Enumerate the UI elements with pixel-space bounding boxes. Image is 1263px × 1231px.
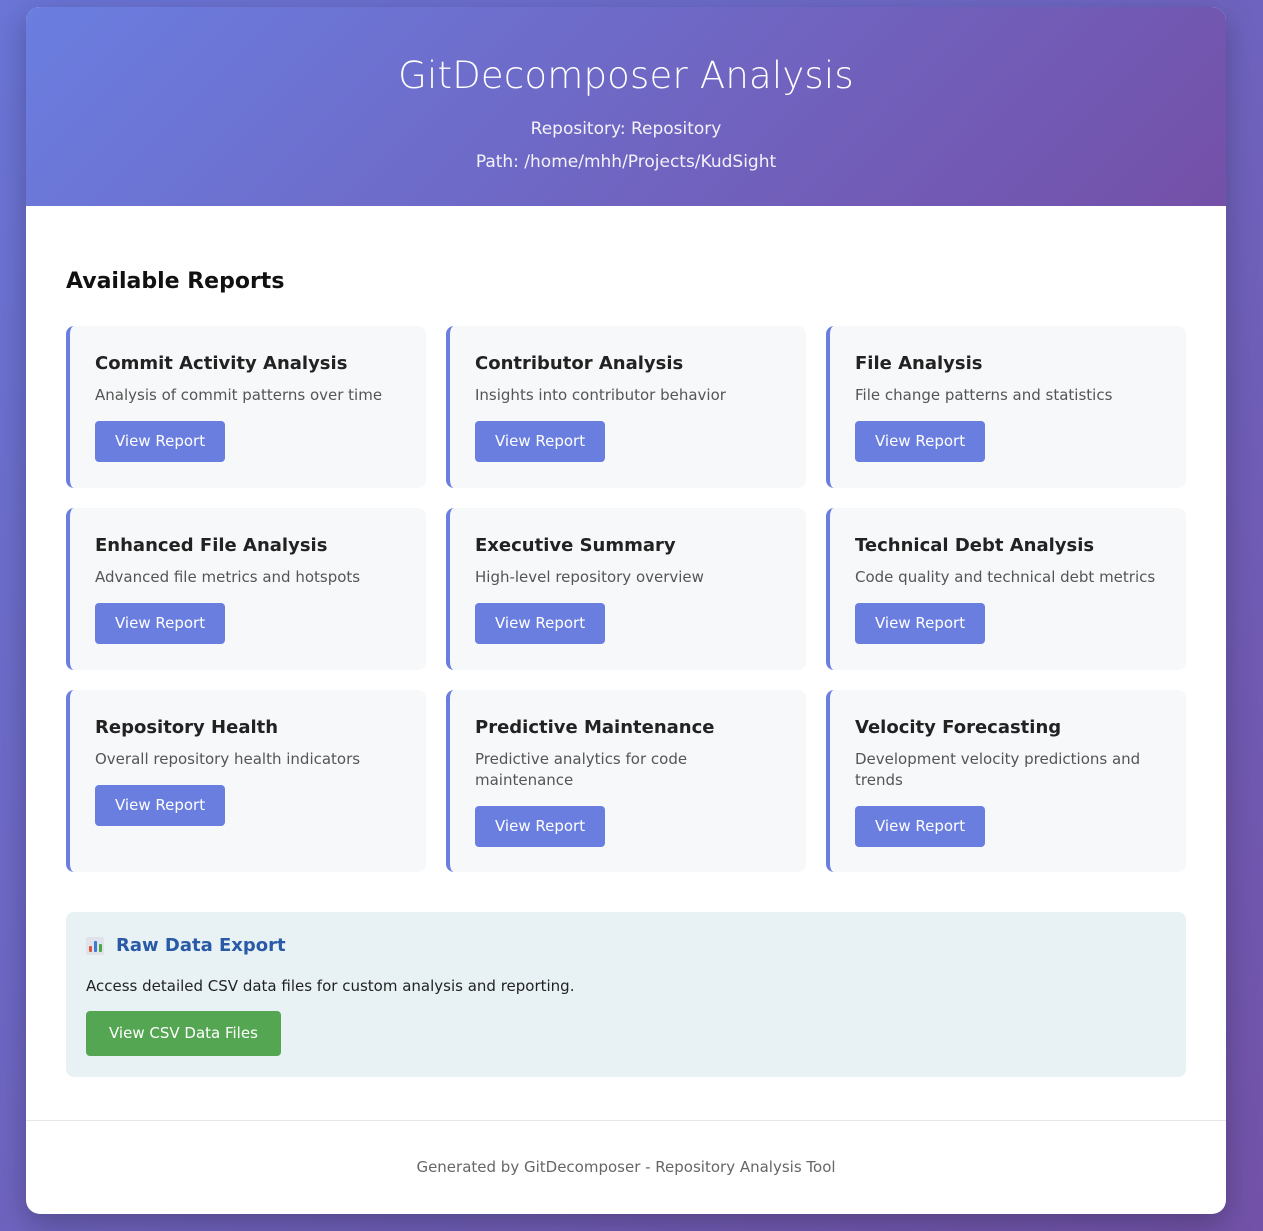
report-title: Contributor Analysis	[475, 353, 684, 374]
view-report-button[interactable]: View Report	[475, 806, 606, 847]
page-header: GitDecomposer Analysis Repository: Repos…	[26, 7, 1226, 206]
report-title: Repository Health	[95, 717, 279, 738]
raw-data-export-section: Raw Data Export Access detailed CSV data…	[66, 912, 1186, 1077]
repository-name: Repository: Repository	[530, 119, 722, 139]
report-description: Advanced file metrics and hotspots	[95, 568, 361, 586]
view-report-button[interactable]: View Report	[95, 603, 226, 644]
repository-path: Path: /home/mhh/Projects/KudSight	[475, 152, 777, 172]
report-card-enhanced-file: Enhanced File Analysis Advanced file met…	[66, 508, 426, 670]
report-card-technical-debt: Technical Debt Analysis Code quality and…	[826, 508, 1186, 670]
report-title: Enhanced File Analysis	[95, 535, 328, 556]
report-description: File change patterns and statistics	[855, 386, 1113, 404]
report-card-executive-summary: Executive Summary High-level repository …	[446, 508, 806, 670]
report-card-repository-health: Repository Health Overall repository hea…	[66, 690, 426, 872]
view-report-button[interactable]: View Report	[95, 785, 226, 826]
page-title: GitDecomposer Analysis	[398, 54, 854, 97]
report-description: Overall repository health indicators	[95, 750, 361, 768]
footer-text: Generated by GitDecomposer - Repository …	[416, 1158, 836, 1176]
report-description: Insights into contributor behavior	[475, 386, 726, 404]
report-title: Technical Debt Analysis	[855, 535, 1095, 556]
section-title: Available Reports	[66, 269, 285, 294]
export-title: Raw Data Export	[116, 935, 286, 956]
report-card-predictive-maintenance: Predictive Maintenance Predictive analyt…	[446, 690, 806, 872]
bar-chart-icon	[86, 937, 104, 955]
report-card-velocity-forecasting: Velocity Forecasting Development velocit…	[826, 690, 1186, 872]
view-report-button[interactable]: View Report	[95, 421, 226, 462]
report-description: Analysis of commit patterns over time	[95, 386, 383, 404]
content: Available Reports Commit Activity Analys…	[26, 206, 1226, 1077]
report-card-commit-activity: Commit Activity Analysis Analysis of com…	[66, 326, 426, 488]
report-title: Commit Activity Analysis	[95, 353, 348, 374]
view-report-button[interactable]: View Report	[855, 603, 986, 644]
report-title: Predictive Maintenance	[475, 717, 715, 738]
view-report-button[interactable]: View Report	[855, 421, 986, 462]
view-report-button[interactable]: View Report	[475, 603, 606, 644]
export-heading: Raw Data Export	[86, 934, 1166, 958]
export-description: Access detailed CSV data files for custo…	[86, 977, 575, 995]
page-footer: Generated by GitDecomposer - Repository …	[26, 1120, 1226, 1214]
report-title: File Analysis	[855, 353, 983, 374]
reports-grid: Commit Activity Analysis Analysis of com…	[66, 326, 1186, 872]
report-title: Executive Summary	[475, 535, 676, 556]
view-report-button[interactable]: View Report	[475, 421, 606, 462]
report-card-file: File Analysis File change patterns and s…	[826, 326, 1186, 488]
view-report-button[interactable]: View Report	[855, 806, 986, 847]
main-container: GitDecomposer Analysis Repository: Repos…	[26, 7, 1226, 1214]
view-csv-button[interactable]: View CSV Data Files	[86, 1011, 281, 1056]
report-description: High-level repository overview	[475, 568, 704, 586]
report-card-contributor: Contributor Analysis Insights into contr…	[446, 326, 806, 488]
report-title: Velocity Forecasting	[855, 717, 1062, 738]
report-description: Development velocity predictions and tre…	[855, 750, 1141, 789]
report-description: Code quality and technical debt metrics	[855, 568, 1156, 586]
report-description: Predictive analytics for code maintenanc…	[475, 750, 688, 789]
